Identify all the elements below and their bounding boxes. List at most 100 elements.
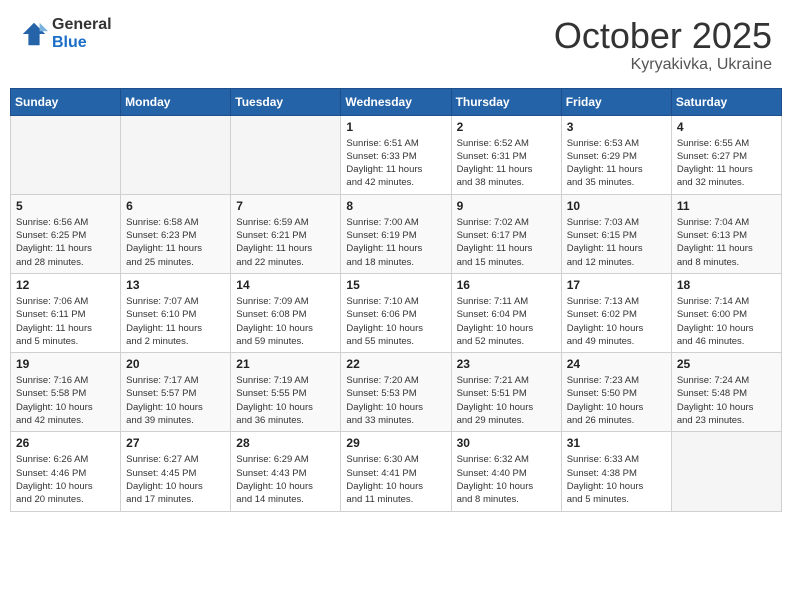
day-info: Sunrise: 6:53 AM Sunset: 6:29 PM Dayligh… bbox=[567, 137, 666, 190]
day-info: Sunrise: 7:07 AM Sunset: 6:10 PM Dayligh… bbox=[126, 295, 225, 348]
calendar-cell: 7 Sunrise: 6:59 AM Sunset: 6:21 PM Daylig… bbox=[231, 194, 341, 273]
day-number: 15 bbox=[346, 278, 445, 292]
day-number: 2 bbox=[457, 120, 556, 134]
logo: General Blue bbox=[20, 16, 112, 52]
day-number: 19 bbox=[16, 357, 115, 371]
calendar-cell: 5 Sunrise: 6:56 AM Sunset: 6:25 PM Daylig… bbox=[11, 194, 121, 273]
calendar-cell bbox=[671, 432, 781, 511]
calendar-week-row: 12Sunrise: 7:06 AM Sunset: 6:11 PM Dayli… bbox=[11, 273, 782, 352]
calendar-table: SundayMondayTuesdayWednesdayThursdayFrid… bbox=[10, 88, 782, 512]
day-number: 27 bbox=[126, 436, 225, 450]
day-number: 14 bbox=[236, 278, 335, 292]
calendar-cell: 19 Sunrise: 7:16 AM Sunset: 5:58 PM Dayli… bbox=[11, 353, 121, 432]
day-number: 22 bbox=[346, 357, 445, 371]
day-number: 20 bbox=[126, 357, 225, 371]
day-number: 5 bbox=[16, 199, 115, 213]
weekday-header: Saturday bbox=[671, 88, 781, 115]
day-number: 8 bbox=[346, 199, 445, 213]
calendar-cell: 4 Sunrise: 6:55 AM Sunset: 6:27 PM Daylig… bbox=[671, 115, 781, 194]
calendar-cell: 27 Sunrise: 6:27 AM Sunset: 4:45 PM Dayli… bbox=[121, 432, 231, 511]
day-number: 21 bbox=[236, 357, 335, 371]
day-info: Sunrise: 6:55 AM Sunset: 6:27 PM Dayligh… bbox=[677, 137, 776, 190]
calendar-cell: 8 Sunrise: 7:00 AM Sunset: 6:19 PM Daylig… bbox=[341, 194, 451, 273]
calendar-cell: 20 Sunrise: 7:17 AM Sunset: 5:57 PM Dayli… bbox=[121, 353, 231, 432]
day-info: Sunrise: 7:17 AM Sunset: 5:57 PM Dayligh… bbox=[126, 374, 225, 427]
weekday-header: Tuesday bbox=[231, 88, 341, 115]
calendar-week-row: 1 Sunrise: 6:51 AM Sunset: 6:33 PM Daylig… bbox=[11, 115, 782, 194]
day-number: 24 bbox=[567, 357, 666, 371]
calendar-cell bbox=[231, 115, 341, 194]
day-info: Sunrise: 6:56 AM Sunset: 6:25 PM Dayligh… bbox=[16, 216, 115, 269]
calendar-cell: 18 Sunrise: 7:14 AM Sunset: 6:00 PM Dayli… bbox=[671, 273, 781, 352]
day-number: 26 bbox=[16, 436, 115, 450]
day-number: 29 bbox=[346, 436, 445, 450]
calendar-cell: 13Sunrise: 7:07 AM Sunset: 6:10 PM Dayli… bbox=[121, 273, 231, 352]
calendar-cell: 28 Sunrise: 6:29 AM Sunset: 4:43 PM Dayli… bbox=[231, 432, 341, 511]
calendar-cell: 3 Sunrise: 6:53 AM Sunset: 6:29 PM Daylig… bbox=[561, 115, 671, 194]
calendar-cell: 25 Sunrise: 7:24 AM Sunset: 5:48 PM Dayli… bbox=[671, 353, 781, 432]
day-number: 4 bbox=[677, 120, 776, 134]
calendar-cell bbox=[121, 115, 231, 194]
day-number: 6 bbox=[126, 199, 225, 213]
day-info: Sunrise: 6:33 AM Sunset: 4:38 PM Dayligh… bbox=[567, 453, 666, 506]
calendar-cell: 9Sunrise: 7:02 AM Sunset: 6:17 PM Daylig… bbox=[451, 194, 561, 273]
logo-icon bbox=[20, 20, 48, 48]
page-header: General Blue October 2025 Kyryakivka, Uk… bbox=[10, 10, 782, 80]
calendar-cell: 31Sunrise: 6:33 AM Sunset: 4:38 PM Dayli… bbox=[561, 432, 671, 511]
day-number: 3 bbox=[567, 120, 666, 134]
day-info: Sunrise: 7:10 AM Sunset: 6:06 PM Dayligh… bbox=[346, 295, 445, 348]
weekday-header: Sunday bbox=[11, 88, 121, 115]
calendar-cell: 21 Sunrise: 7:19 AM Sunset: 5:55 PM Dayli… bbox=[231, 353, 341, 432]
logo-general: General bbox=[52, 16, 112, 33]
day-number: 1 bbox=[346, 120, 445, 134]
calendar-week-row: 19 Sunrise: 7:16 AM Sunset: 5:58 PM Dayli… bbox=[11, 353, 782, 432]
day-info: Sunrise: 6:32 AM Sunset: 4:40 PM Dayligh… bbox=[457, 453, 556, 506]
weekday-header: Friday bbox=[561, 88, 671, 115]
calendar-cell: 15 Sunrise: 7:10 AM Sunset: 6:06 PM Dayli… bbox=[341, 273, 451, 352]
day-info: Sunrise: 7:20 AM Sunset: 5:53 PM Dayligh… bbox=[346, 374, 445, 427]
calendar-cell: 11 Sunrise: 7:04 AM Sunset: 6:13 PM Dayli… bbox=[671, 194, 781, 273]
weekday-header: Thursday bbox=[451, 88, 561, 115]
day-info: Sunrise: 6:51 AM Sunset: 6:33 PM Dayligh… bbox=[346, 137, 445, 190]
calendar-cell: 1 Sunrise: 6:51 AM Sunset: 6:33 PM Daylig… bbox=[341, 115, 451, 194]
day-number: 11 bbox=[677, 199, 776, 213]
logo-blue: Blue bbox=[52, 34, 87, 51]
calendar-week-row: 5 Sunrise: 6:56 AM Sunset: 6:25 PM Daylig… bbox=[11, 194, 782, 273]
day-info: Sunrise: 7:19 AM Sunset: 5:55 PM Dayligh… bbox=[236, 374, 335, 427]
day-number: 16 bbox=[457, 278, 556, 292]
location: Kyryakivka, Ukraine bbox=[554, 56, 772, 74]
day-info: Sunrise: 7:21 AM Sunset: 5:51 PM Dayligh… bbox=[457, 374, 556, 427]
day-number: 12 bbox=[16, 278, 115, 292]
day-info: Sunrise: 7:00 AM Sunset: 6:19 PM Dayligh… bbox=[346, 216, 445, 269]
day-number: 25 bbox=[677, 357, 776, 371]
calendar-cell: 23Sunrise: 7:21 AM Sunset: 5:51 PM Dayli… bbox=[451, 353, 561, 432]
day-number: 30 bbox=[457, 436, 556, 450]
day-number: 7 bbox=[236, 199, 335, 213]
day-info: Sunrise: 7:14 AM Sunset: 6:00 PM Dayligh… bbox=[677, 295, 776, 348]
calendar-cell: 26Sunrise: 6:26 AM Sunset: 4:46 PM Dayli… bbox=[11, 432, 121, 511]
day-info: Sunrise: 6:27 AM Sunset: 4:45 PM Dayligh… bbox=[126, 453, 225, 506]
day-info: Sunrise: 7:04 AM Sunset: 6:13 PM Dayligh… bbox=[677, 216, 776, 269]
calendar-header-row: SundayMondayTuesdayWednesdayThursdayFrid… bbox=[11, 88, 782, 115]
calendar-cell: 10Sunrise: 7:03 AM Sunset: 6:15 PM Dayli… bbox=[561, 194, 671, 273]
day-info: Sunrise: 7:11 AM Sunset: 6:04 PM Dayligh… bbox=[457, 295, 556, 348]
day-info: Sunrise: 6:30 AM Sunset: 4:41 PM Dayligh… bbox=[346, 453, 445, 506]
day-info: Sunrise: 7:16 AM Sunset: 5:58 PM Dayligh… bbox=[16, 374, 115, 427]
calendar-cell: 16 Sunrise: 7:11 AM Sunset: 6:04 PM Dayli… bbox=[451, 273, 561, 352]
day-number: 28 bbox=[236, 436, 335, 450]
calendar-cell: 22 Sunrise: 7:20 AM Sunset: 5:53 PM Dayli… bbox=[341, 353, 451, 432]
day-info: Sunrise: 6:29 AM Sunset: 4:43 PM Dayligh… bbox=[236, 453, 335, 506]
calendar-cell: 24Sunrise: 7:23 AM Sunset: 5:50 PM Dayli… bbox=[561, 353, 671, 432]
day-info: Sunrise: 6:59 AM Sunset: 6:21 PM Dayligh… bbox=[236, 216, 335, 269]
day-number: 17 bbox=[567, 278, 666, 292]
title-block: October 2025 Kyryakivka, Ukraine bbox=[554, 16, 772, 74]
day-info: Sunrise: 6:58 AM Sunset: 6:23 PM Dayligh… bbox=[126, 216, 225, 269]
weekday-header: Monday bbox=[121, 88, 231, 115]
calendar-cell: 17Sunrise: 7:13 AM Sunset: 6:02 PM Dayli… bbox=[561, 273, 671, 352]
calendar-cell: 30 Sunrise: 6:32 AM Sunset: 4:40 PM Dayli… bbox=[451, 432, 561, 511]
day-info: Sunrise: 6:52 AM Sunset: 6:31 PM Dayligh… bbox=[457, 137, 556, 190]
month-title: October 2025 bbox=[554, 16, 772, 56]
day-number: 18 bbox=[677, 278, 776, 292]
day-info: Sunrise: 7:24 AM Sunset: 5:48 PM Dayligh… bbox=[677, 374, 776, 427]
calendar-cell bbox=[11, 115, 121, 194]
